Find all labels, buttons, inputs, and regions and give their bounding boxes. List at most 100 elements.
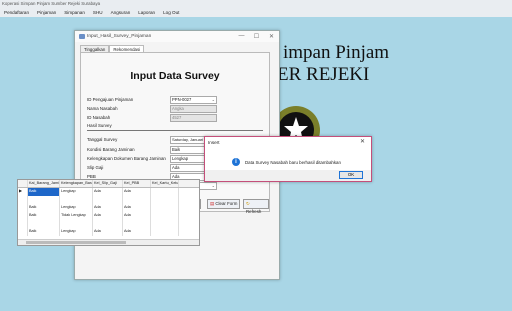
table-row[interactable]: Baik Tidak Lengkap Ada Ada bbox=[18, 212, 199, 220]
table-cell[interactable]: Lengkap bbox=[60, 228, 93, 236]
insert-success-dialog: Insert ✕ i Data Survey Nasabah baru berh… bbox=[204, 136, 372, 182]
background-title-line1: impan Pinjam bbox=[283, 42, 390, 63]
scrollbar-thumb[interactable] bbox=[26, 241, 126, 244]
close-icon[interactable]: ✕ bbox=[264, 33, 279, 40]
table-cell bbox=[18, 196, 28, 204]
grid-col-indicator bbox=[18, 180, 28, 187]
table-cell[interactable] bbox=[28, 196, 60, 204]
label-slip-gaji: Slip Gaji bbox=[87, 165, 104, 170]
section-divider bbox=[87, 130, 263, 131]
table-cell[interactable] bbox=[28, 220, 60, 228]
menu-logout[interactable]: Log Out bbox=[163, 8, 179, 17]
table-cell[interactable]: Baik bbox=[28, 188, 60, 196]
menu-bar: Pendaftaran Pinjaman Simpanan SHU Angsur… bbox=[0, 8, 512, 17]
clear-icon: ▤ bbox=[210, 201, 215, 206]
table-cell[interactable] bbox=[123, 196, 151, 204]
menu-angsuran[interactable]: Angsuran bbox=[111, 8, 131, 17]
window-app-icon bbox=[79, 34, 85, 39]
table-cell[interactable]: Ada bbox=[93, 204, 123, 212]
refresh-button[interactable]: ↻ Refresh bbox=[243, 199, 269, 214]
grid-col-pbb[interactable]: Kel_PBB bbox=[123, 180, 151, 187]
table-cell[interactable]: Lengkap bbox=[60, 188, 93, 196]
maximize-icon[interactable]: ☐ bbox=[249, 33, 264, 40]
menu-laporan[interactable]: Laporan bbox=[138, 8, 155, 17]
table-row[interactable]: Baik Lengkap Ada Ada bbox=[18, 228, 199, 236]
menu-pinjaman[interactable]: Pinjaman bbox=[37, 8, 56, 17]
table-cell[interactable]: Baik bbox=[28, 228, 60, 236]
menu-simpanan[interactable]: Simpanan bbox=[64, 8, 85, 17]
table-cell[interactable]: Ada bbox=[93, 228, 123, 236]
table-cell[interactable]: Ada bbox=[123, 188, 151, 196]
table-cell[interactable]: Ada bbox=[93, 212, 123, 220]
table-cell[interactable]: Ada bbox=[123, 228, 151, 236]
label-kelengkapan-dokumen: Kelengkapan Dokumen Barang Jaminan bbox=[87, 156, 166, 161]
info-icon: i bbox=[232, 158, 240, 166]
app-title: Koperasi Simpan Pinjam Sumber Rejeki Sur… bbox=[2, 1, 101, 6]
chevron-down-icon: ⌄ bbox=[211, 183, 215, 188]
table-cell[interactable]: Ada bbox=[123, 204, 151, 212]
refresh-label: Refresh bbox=[246, 209, 262, 214]
grid-col-slip-gaji[interactable]: Kel_Slip_Gaji bbox=[93, 180, 123, 187]
window-title: Input_Hasil_Survey_Pinjaman bbox=[87, 34, 152, 39]
date-month: Januari bbox=[189, 137, 204, 142]
slip-gaji-value: Ada bbox=[172, 165, 180, 170]
table-cell[interactable] bbox=[151, 188, 179, 196]
table-row[interactable]: Baik Lengkap Ada Ada bbox=[18, 204, 199, 212]
id-pengajuan-dropdown[interactable]: PPN-0027 ⌄ bbox=[170, 96, 217, 104]
minimize-icon[interactable]: — bbox=[234, 33, 249, 40]
table-cell[interactable]: Baik bbox=[28, 212, 60, 220]
table-cell[interactable]: Ada bbox=[123, 212, 151, 220]
grid-col-kartu-keluarga[interactable]: Kel_Kartu_Keluarga bbox=[151, 180, 179, 187]
table-cell[interactable]: Baik bbox=[28, 204, 60, 212]
id-nasabah-field[interactable]: 4527 bbox=[170, 114, 217, 122]
label-id-nasabah: ID Nasabah bbox=[87, 115, 111, 120]
grid-col-kelengkapan[interactable]: Kelengkapan_Baran bbox=[60, 180, 93, 187]
table-row[interactable] bbox=[18, 196, 199, 204]
section-hasil-survey: Hasil Survey bbox=[87, 123, 112, 128]
table-cell[interactable] bbox=[151, 212, 179, 220]
table-cell[interactable] bbox=[60, 220, 93, 228]
table-cell[interactable]: Lengkap bbox=[60, 204, 93, 212]
table-cell[interactable]: Tidak Lengkap bbox=[60, 212, 93, 220]
table-cell[interactable] bbox=[151, 228, 179, 236]
form-heading: Input Data Survey bbox=[130, 70, 220, 82]
nama-nasabah-field[interactable]: Angka bbox=[170, 105, 217, 113]
dialog-message: Data Survey Nasabah baru berhasil ditamb… bbox=[245, 160, 341, 165]
table-cell[interactable] bbox=[123, 220, 151, 228]
window-titlebar[interactable]: Input_Hasil_Survey_Pinjaman — ☐ ✕ bbox=[75, 31, 279, 42]
survey-data-grid[interactable]: Kal_Barang_Jamin Kelengkapan_Baran Kel_S… bbox=[17, 179, 200, 246]
id-pengajuan-value: PPN-0027 bbox=[172, 97, 192, 102]
grid-header: Kal_Barang_Jamin Kelengkapan_Baran Kel_S… bbox=[18, 180, 199, 188]
clear-label: Clear Form bbox=[215, 201, 238, 206]
table-cell[interactable] bbox=[151, 196, 179, 204]
menu-shu[interactable]: SHU bbox=[93, 8, 103, 17]
table-row[interactable]: ▶ Baik Lengkap Ada Ada bbox=[18, 188, 199, 196]
table-cell bbox=[18, 228, 28, 236]
table-cell bbox=[18, 212, 28, 220]
table-row[interactable] bbox=[18, 220, 199, 228]
refresh-icon: ↻ bbox=[246, 201, 250, 206]
table-cell[interactable] bbox=[60, 196, 93, 204]
clear-form-button[interactable]: ▤ Clear Form bbox=[207, 199, 241, 209]
table-cell[interactable] bbox=[151, 204, 179, 212]
row-indicator-icon: ▶ bbox=[18, 188, 28, 196]
table-cell[interactable] bbox=[93, 196, 123, 204]
chevron-down-icon: ⌄ bbox=[211, 97, 215, 102]
label-kondisi-barang: Kondisi Barang Jaminan bbox=[87, 147, 135, 152]
date-day: Saturday bbox=[172, 137, 188, 142]
ok-button[interactable]: OK bbox=[339, 171, 363, 179]
menu-pendaftaran[interactable]: Pendaftaran bbox=[4, 8, 29, 17]
background-title-line2: ER REJEKI bbox=[277, 64, 370, 85]
kondisi-barang-value: Baik bbox=[172, 147, 181, 152]
kelengkapan-dokumen-value: Lengkap bbox=[172, 156, 189, 161]
dialog-title: Insert bbox=[208, 140, 220, 145]
close-icon[interactable]: ✕ bbox=[360, 138, 365, 145]
table-cell[interactable] bbox=[151, 220, 179, 228]
label-id-pengajuan: ID Pengajuan Pinjaman bbox=[87, 97, 134, 102]
table-cell bbox=[18, 220, 28, 228]
label-tanggal-survey: Tanggal Survey bbox=[87, 137, 118, 142]
horizontal-scrollbar[interactable] bbox=[18, 239, 199, 245]
table-cell[interactable]: Ada bbox=[93, 188, 123, 196]
table-cell[interactable] bbox=[93, 220, 123, 228]
grid-col-barang[interactable]: Kal_Barang_Jamin bbox=[28, 180, 60, 187]
